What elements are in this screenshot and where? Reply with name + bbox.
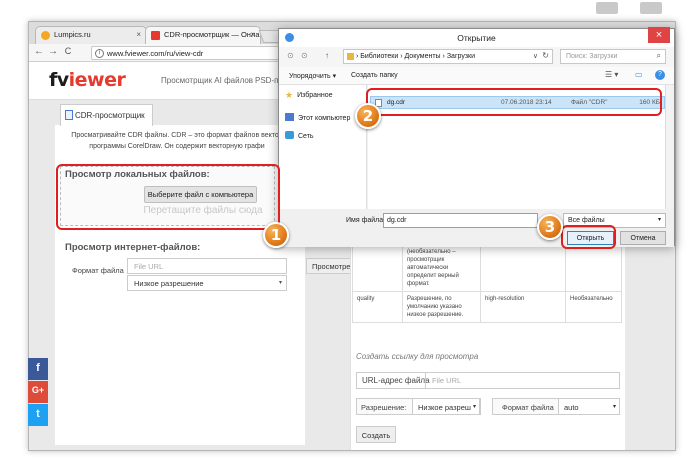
dialog-close-icon[interactable]: × xyxy=(648,27,670,43)
new-folder-button[interactable]: Создать папку xyxy=(351,72,398,79)
search-icon: ⌕ xyxy=(656,51,661,60)
table-row: (необязательно – просмотрщик автоматичес… xyxy=(352,244,622,292)
create-link-button[interactable]: Создать xyxy=(356,426,396,443)
highlight-local-files xyxy=(56,164,280,230)
organize-menu[interactable]: Упорядочить ▾ xyxy=(289,72,336,80)
step-1-badge: 1 xyxy=(263,222,289,248)
dialog-command-bar: Упорядочить ▾ Создать папку ☰ ▾ ▭ ? xyxy=(279,67,674,85)
link-url-label: URL-адрес файла xyxy=(362,376,430,385)
dialog-nav-pane: ★ Избранное Этот компьютер Сеть xyxy=(279,85,367,223)
params-table: (необязательно – просмотрщик автоматичес… xyxy=(352,244,622,323)
dialog-title: Открытие xyxy=(457,33,496,43)
fviewer-favicon-icon xyxy=(151,31,160,40)
link-url-input[interactable]: File URL xyxy=(425,372,620,389)
file-url-input[interactable]: File URL xyxy=(127,258,287,274)
open-file-dialog: Открытие × ⊙ ⊙ ↑ › Библиотеки › Документ… xyxy=(278,27,675,247)
tab-cdr-viewer-page[interactable]: CDR-просмотрщик xyxy=(60,104,153,126)
step-2-badge: 2 xyxy=(355,103,381,129)
window-minimize-button[interactable] xyxy=(596,2,618,14)
computer-icon xyxy=(285,113,294,121)
highlight-open-button xyxy=(561,225,616,249)
facebook-icon[interactable]: f xyxy=(28,358,48,380)
preview-pane-icon[interactable]: ▭ xyxy=(635,70,643,79)
breadcrumb-downloads[interactable]: Загрузки xyxy=(447,53,475,60)
google-plus-icon[interactable]: G+ xyxy=(28,381,48,403)
step-3-badge: 3 xyxy=(537,214,563,240)
dialog-titlebar: Открытие × xyxy=(279,27,674,47)
url-text: www.fviewer.com/ru/view-cdr xyxy=(107,49,204,58)
document-icon xyxy=(65,110,73,120)
tab-title: Lumpics.ru xyxy=(54,30,91,39)
nav-network[interactable]: Сеть xyxy=(285,131,314,140)
chevron-down-icon: ▾ xyxy=(657,217,661,223)
format-label: Формат файла xyxy=(72,266,124,275)
folder-icon xyxy=(347,53,354,60)
filename-input[interactable]: dg.cdr xyxy=(383,213,538,228)
create-link-title: Создать ссылку для просмотра xyxy=(356,352,479,361)
star-icon: ★ xyxy=(285,90,294,100)
cancel-button[interactable]: Отмена xyxy=(620,231,666,245)
close-icon[interactable]: × xyxy=(136,30,141,39)
path-dropdown-icon[interactable]: ∨ xyxy=(533,52,538,60)
info-icon[interactable]: i xyxy=(95,49,104,58)
forward-icon[interactable]: ⊙ xyxy=(301,51,308,60)
nav-ai-viewer[interactable]: Просмотрщик AI файлов xyxy=(161,76,253,85)
help-icon[interactable]: ? xyxy=(655,70,665,80)
breadcrumb-documents[interactable]: Документы xyxy=(404,53,440,60)
cdr-description: Просматривайте CDR файлы. CDR – это форм… xyxy=(71,132,283,150)
resolution-select[interactable]: Низкое разрешение ▾ xyxy=(127,275,287,291)
reload-icon[interactable]: C xyxy=(62,46,74,56)
network-icon xyxy=(285,131,294,139)
dialog-navbar: ⊙ ⊙ ↑ › Библиотеки › Документы › Загрузк… xyxy=(279,47,674,67)
back-icon[interactable]: ⊙ xyxy=(287,51,294,60)
internet-files-title: Просмотр интернет-файлов: xyxy=(65,242,201,253)
up-icon[interactable]: ↑ xyxy=(325,51,329,60)
filename-label: Имя файла: xyxy=(346,217,386,224)
twitter-icon[interactable]: t xyxy=(28,404,48,426)
breadcrumb-libraries[interactable]: Библиотеки xyxy=(360,53,398,60)
refresh-icon[interactable]: ↻ xyxy=(542,51,549,60)
nav-this-pc[interactable]: Этот компьютер xyxy=(285,113,350,122)
back-icon[interactable]: ← xyxy=(33,46,45,57)
tab-lumpics[interactable]: Lumpics.ru × xyxy=(35,26,147,44)
chrome-app-icon xyxy=(285,33,294,42)
highlight-file-row xyxy=(366,88,662,116)
link-format-select[interactable]: auto ▾ xyxy=(558,398,620,415)
dialog-scrollbar[interactable] xyxy=(665,85,674,223)
link-resolution-select[interactable]: Низкое разреш ▾ xyxy=(412,398,480,415)
chevron-down-icon: ▾ xyxy=(472,404,476,410)
view-options-icon[interactable]: ☰ ▾ xyxy=(605,70,618,79)
search-input[interactable]: Поиск: Загрузки ⌕ xyxy=(560,49,666,64)
view-button[interactable]: Просмотреть xyxy=(306,258,356,274)
chevron-down-icon: ▾ xyxy=(278,280,282,286)
nav-favorites[interactable]: ★ Избранное xyxy=(285,90,333,100)
tab-cdr-viewer[interactable]: CDR-просмотрщик — Онла × xyxy=(145,26,261,44)
link-resolution-label: Разрешение: xyxy=(361,403,407,412)
forward-icon[interactable]: → xyxy=(47,46,59,57)
fviewer-logo[interactable]: fviewer xyxy=(49,69,126,91)
address-bar[interactable]: i www.fviewer.com/ru/view-cdr xyxy=(91,46,281,60)
table-row: quality Разрешение, по умолчанию указано… xyxy=(352,291,622,323)
breadcrumb[interactable]: › Библиотеки › Документы › Загрузки ∨ ↻ xyxy=(343,49,553,64)
chevron-down-icon: ▾ xyxy=(612,404,616,410)
close-icon[interactable]: × xyxy=(250,30,255,39)
tab-title: CDR-просмотрщик — Онла xyxy=(164,30,260,39)
lumpics-favicon-icon xyxy=(41,31,50,40)
link-format-label: Формат файла xyxy=(502,403,554,412)
window-close-button[interactable] xyxy=(640,2,662,14)
